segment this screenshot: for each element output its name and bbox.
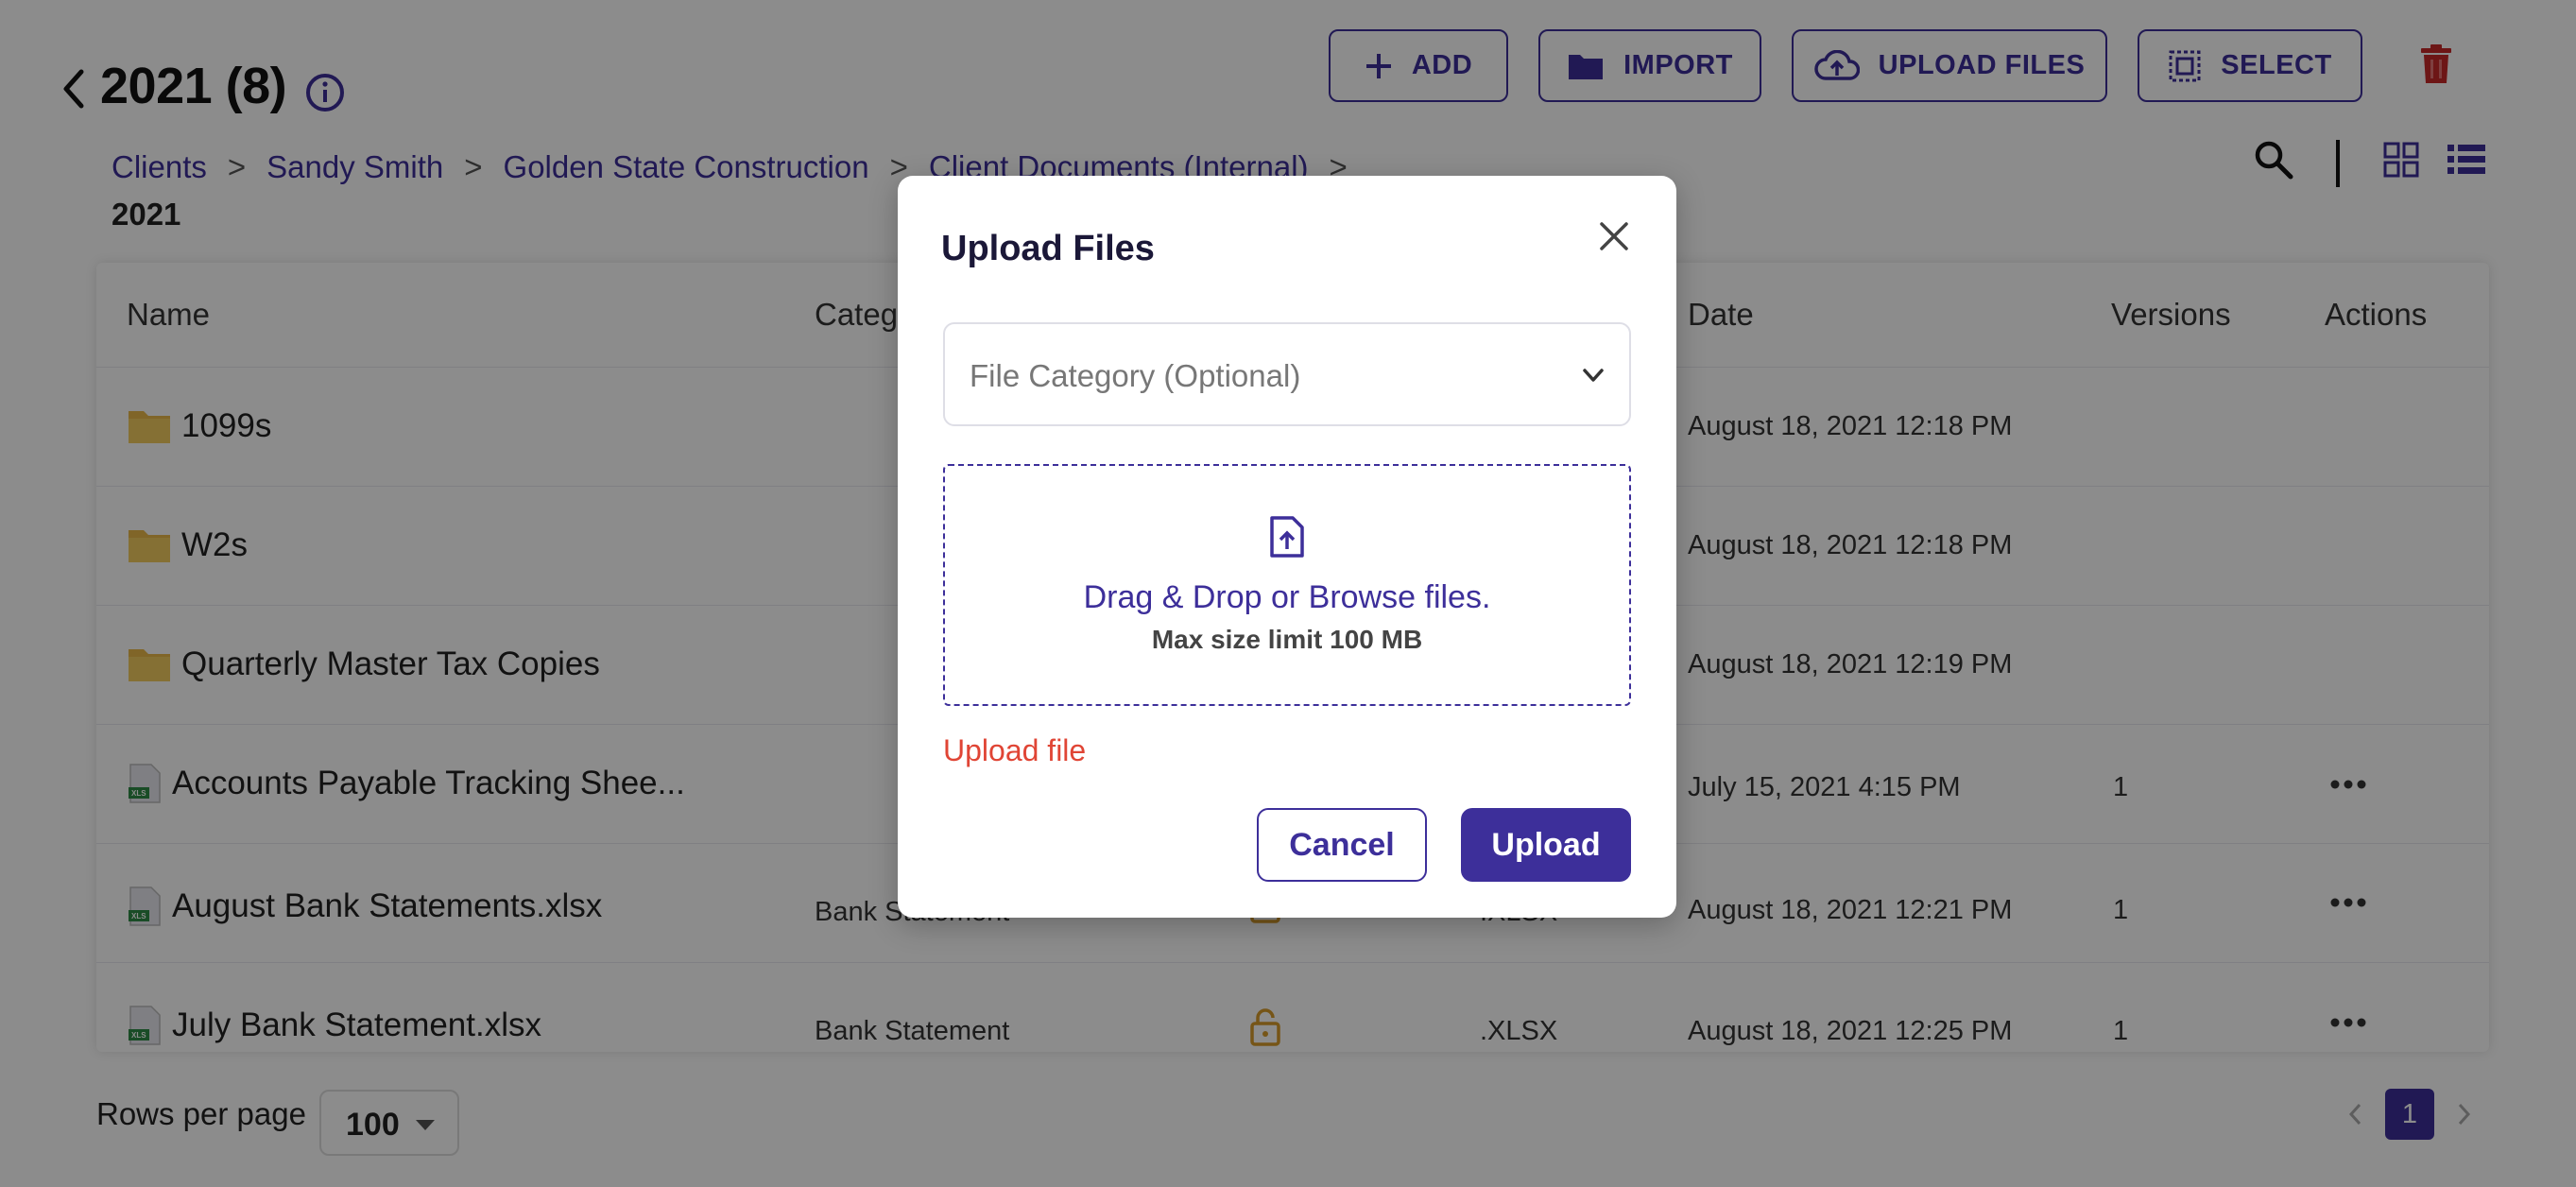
close-icon[interactable] — [1597, 219, 1631, 253]
chevron-down-icon — [1583, 369, 1604, 382]
file-category-placeholder: File Category (Optional) — [970, 358, 1301, 393]
file-upload-icon — [1270, 516, 1304, 558]
cancel-button[interactable]: Cancel — [1257, 808, 1427, 882]
browse-files-link[interactable]: Drag & Drop or Browse files. — [945, 579, 1629, 616]
upload-error-message: Upload file — [943, 733, 1087, 767]
file-drop-zone[interactable]: Drag & Drop or Browse files. Max size li… — [943, 464, 1631, 706]
file-browser-page: 2021 (8) ADD IMPORT UPLOAD FILES SELECT — [0, 0, 2576, 1187]
upload-files-dialog: Upload Files File Category (Optional) Dr… — [898, 176, 1676, 918]
dialog-title: Upload Files — [941, 229, 1155, 268]
upload-button[interactable]: Upload — [1461, 808, 1631, 882]
size-limit-text: Max size limit 100 MB — [1151, 625, 1423, 654]
file-category-select[interactable]: File Category (Optional) — [943, 322, 1631, 426]
